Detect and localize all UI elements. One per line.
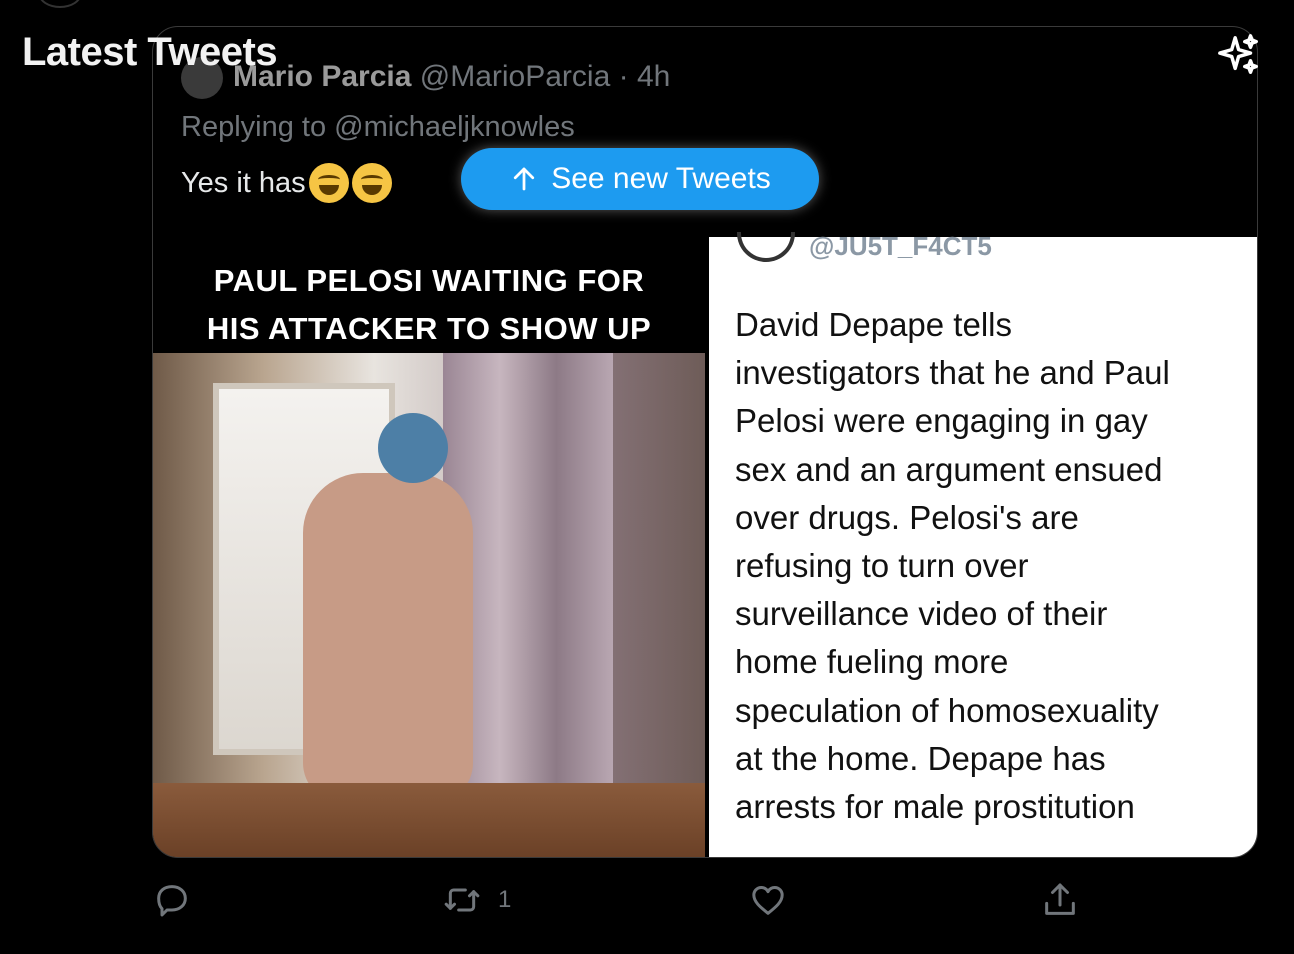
retweet-count: 1 <box>498 886 512 913</box>
meme-caption-line1: PAUL PELOSI WAITING FOR <box>213 263 645 298</box>
figure-head-shape <box>378 413 448 483</box>
quoted-author-handle[interactable]: @MarioParcia <box>420 60 611 93</box>
tweet-actions: 1 <box>152 880 1258 936</box>
replying-to-line: Replying to @michaeljknowles <box>181 111 575 144</box>
floor-shape <box>153 783 705 857</box>
tweet-text: Yes it has <box>181 163 392 203</box>
share-button[interactable] <box>1040 880 1080 920</box>
reply-prefix: Replying to <box>181 111 327 143</box>
arrow-up-icon <box>514 167 535 191</box>
meme-image[interactable]: PAUL PELOSI WAITING FOR HIS ATTACKER TO … <box>153 237 705 857</box>
retweet-icon <box>444 888 480 912</box>
account-logo-icon <box>737 231 795 262</box>
reply-button[interactable] <box>152 880 192 920</box>
figure-shape <box>303 473 473 803</box>
share-icon <box>1045 883 1075 915</box>
like-button[interactable] <box>748 880 788 920</box>
screenshot-image[interactable]: @JU5T_F4CT5 David Depape tells investiga… <box>709 231 1257 857</box>
retweet-button[interactable]: 1 <box>442 880 511 920</box>
tweet-text-content: Yes it has <box>181 166 306 199</box>
tweet-media[interactable]: PAUL PELOSI WAITING FOR HIS ATTACKER TO … <box>153 231 1257 857</box>
see-new-tweets-label: See new Tweets <box>551 162 771 195</box>
page-title: Latest Tweets <box>22 30 278 74</box>
reply-icon <box>157 885 187 917</box>
screenshot-text: David Depape tells investigators that he… <box>735 306 1170 826</box>
header-separator: · <box>618 59 629 93</box>
screenshot-handle: @JU5T_F4CT5 <box>809 231 992 261</box>
meme-photo <box>153 353 705 857</box>
heart-icon <box>752 886 784 915</box>
tears-of-joy-emoji-icon <box>308 163 349 203</box>
tears-of-joy-emoji-icon <box>351 163 392 203</box>
meme-caption-line2: HIS ATTACKER TO SHOW UP <box>206 311 652 346</box>
avatar-peek <box>38 0 82 8</box>
tweet-time[interactable]: 4h <box>637 60 670 93</box>
reply-to-handle[interactable]: @michaeljknowles <box>334 111 575 143</box>
screenshot-header: @JU5T_F4CT5 <box>737 231 992 262</box>
see-new-tweets-button[interactable]: See new Tweets <box>461 148 819 210</box>
meme-caption: PAUL PELOSI WAITING FOR HIS ATTACKER TO … <box>153 257 705 353</box>
sparkle-icon[interactable] <box>1216 32 1262 78</box>
